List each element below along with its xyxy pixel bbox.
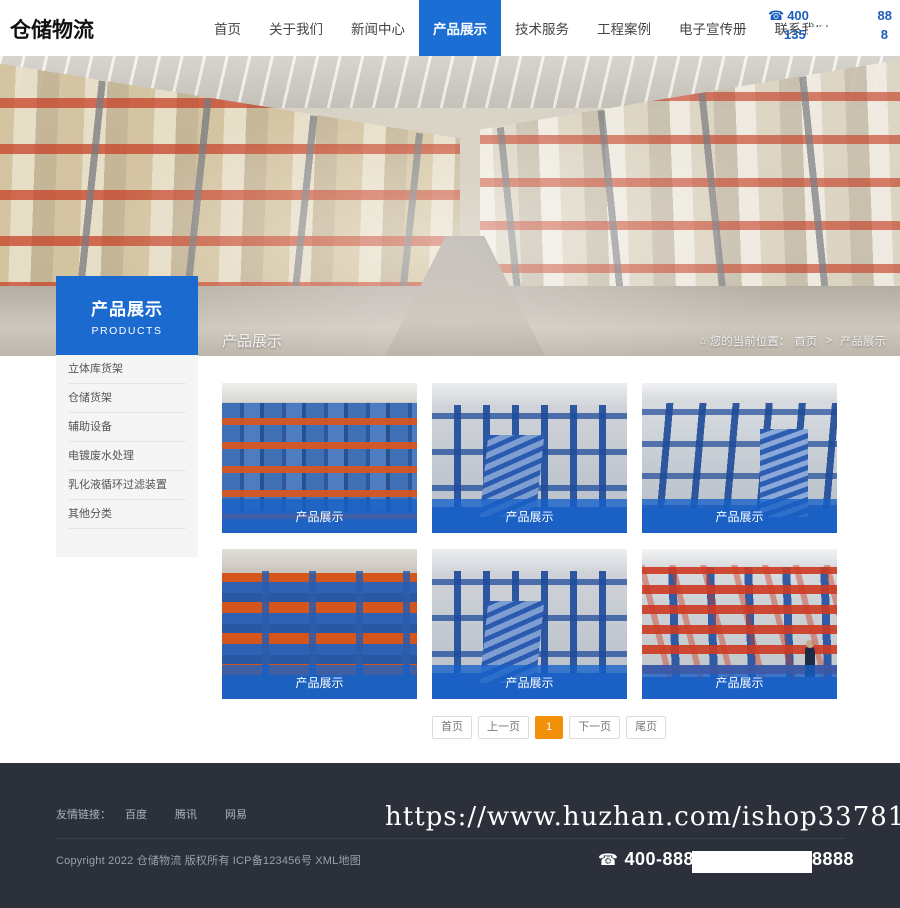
- redaction-overlay-header-1: [815, 8, 839, 25]
- product-grid-container: 产品展示 产品展示 产品展示 产品展示 产品展示 产品展示: [222, 383, 839, 699]
- breadcrumb-separator: >: [825, 335, 832, 347]
- friendly-link-tencent[interactable]: 腾讯: [175, 806, 197, 822]
- product-card[interactable]: 产品展示: [642, 549, 837, 699]
- header-phone-line1-tail: 88: [877, 8, 892, 23]
- pagination-page-1[interactable]: 1: [535, 716, 564, 739]
- product-grid: 产品展示 产品展示 产品展示 产品展示 产品展示 产品展示: [222, 383, 839, 699]
- phone-icon: ☎: [598, 852, 619, 869]
- redaction-overlay-footer: [692, 851, 812, 873]
- product-image-ceiling: [642, 549, 837, 567]
- sidebar-item-emulsion-filter-device[interactable]: 乳化液循环过滤装置: [68, 471, 186, 500]
- pagination-first[interactable]: 首页: [432, 716, 472, 739]
- friendly-links: 友情链接： 百度 腾讯 网易: [56, 806, 275, 822]
- product-caption: 产品展示: [642, 665, 837, 699]
- product-card[interactable]: 产品展示: [432, 549, 627, 699]
- nav-item-news[interactable]: 新闻中心: [337, 0, 419, 56]
- home-icon: ⌂: [699, 335, 706, 347]
- product-image-ceiling: [222, 549, 417, 573]
- product-sidebar: 产品展示 PRODUCTS 立体库货架 仓储货架 辅助设备 电镀废水处理 乳化液…: [56, 276, 198, 557]
- friendly-link-baidu[interactable]: 百度: [125, 806, 147, 822]
- sidebar-item-stereo-warehouse-rack[interactable]: 立体库货架: [68, 355, 186, 384]
- breadcrumb: ⌂ 您的当前位置： 首页 > 产品展示: [699, 333, 886, 349]
- nav-item-services[interactable]: 技术服务: [501, 0, 583, 56]
- product-card[interactable]: 产品展示: [222, 549, 417, 699]
- sidebar-item-storage-rack[interactable]: 仓储货架: [68, 384, 186, 413]
- product-image-ceiling: [642, 383, 837, 403]
- pagination-prev[interactable]: 上一页: [478, 716, 529, 739]
- sidebar-header: 产品展示 PRODUCTS: [56, 276, 198, 355]
- site-footer: [0, 763, 900, 908]
- breadcrumb-item-current: 产品展示: [840, 336, 886, 348]
- product-card[interactable]: 产品展示: [642, 383, 837, 533]
- product-image-ceiling: [222, 383, 417, 403]
- main-navigation: 首页 关于我们 新闻中心 产品展示 技术服务 工程案例 电子宣传册 联系我们: [200, 0, 843, 56]
- nav-item-brochure[interactable]: 电子宣传册: [665, 0, 761, 56]
- pagination: 首页 上一页 1 下一页 尾页: [432, 716, 667, 739]
- page-root: 仓储物流 首页 关于我们 新闻中心 产品展示 技术服务 工程案例 电子宣传册 联…: [0, 0, 900, 908]
- nav-item-about[interactable]: 关于我们: [255, 0, 337, 56]
- site-header: 仓储物流 首页 关于我们 新闻中心 产品展示 技术服务 工程案例 电子宣传册 联…: [0, 0, 900, 56]
- breadcrumb-item-home[interactable]: 首页: [794, 333, 817, 349]
- footer-phone-prefix: 400-888: [624, 849, 694, 869]
- product-caption: 产品展示: [642, 499, 837, 533]
- pagination-next[interactable]: 下一页: [569, 716, 621, 739]
- product-caption: 产品展示: [432, 665, 627, 699]
- sidebar-item-other-categories[interactable]: 其他分类: [68, 500, 186, 529]
- product-image-ceiling: [432, 383, 627, 405]
- header-phone-line2-tail: 8: [880, 27, 888, 42]
- site-logo[interactable]: 仓储物流: [10, 14, 94, 44]
- redaction-overlay-header-2: [808, 27, 838, 44]
- nav-item-home[interactable]: 首页: [200, 0, 255, 56]
- sidebar-title: 产品展示: [91, 299, 163, 319]
- friendly-links-label: 友情链接：: [56, 809, 111, 821]
- hero-caption: 产品展示: [222, 333, 283, 350]
- product-card[interactable]: 产品展示: [222, 383, 417, 533]
- product-image-ceiling: [432, 549, 627, 571]
- nav-item-cases[interactable]: 工程案例: [583, 0, 665, 56]
- product-caption: 产品展示: [432, 499, 627, 533]
- sidebar-item-auxiliary-equipment[interactable]: 辅助设备: [68, 413, 186, 442]
- product-caption: 产品展示: [222, 665, 417, 699]
- header-phone-line1-text: 400: [787, 8, 809, 23]
- product-caption: 产品展示: [222, 499, 417, 533]
- header-phone-line2-text: 135: [784, 27, 806, 42]
- nav-item-products[interactable]: 产品展示: [419, 0, 501, 56]
- sidebar-subtitle: PRODUCTS: [91, 324, 163, 337]
- footer-divider: [56, 838, 844, 839]
- sidebar-item-electroplating-wastewater[interactable]: 电镀废水处理: [68, 442, 186, 471]
- watermark-url: https://www.huzhan.com/ishop33781: [385, 802, 900, 832]
- copyright-text: Copyright 2022 仓储物流 版权所有 ICP备123456号 XML…: [56, 855, 361, 867]
- pagination-last[interactable]: 尾页: [626, 716, 667, 739]
- breadcrumb-label: 您的当前位置：: [709, 336, 791, 348]
- product-card[interactable]: 产品展示: [432, 383, 627, 533]
- sidebar-category-list: 立体库货架 仓储货架 辅助设备 电镀废水处理 乳化液循环过滤装置 其他分类: [56, 355, 198, 557]
- friendly-link-netease[interactable]: 网易: [225, 806, 247, 822]
- phone-icon: ☎: [768, 8, 785, 23]
